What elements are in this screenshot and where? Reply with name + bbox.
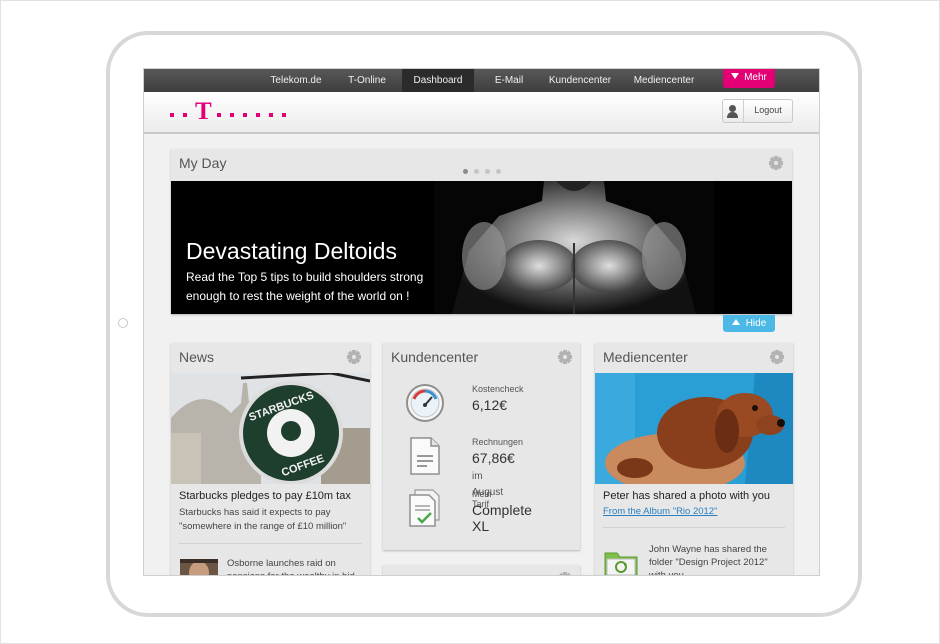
invoice-icon (410, 437, 440, 475)
tablet-screen: Telekom.de T-Online Dashboard E-Mail Kun… (143, 68, 820, 576)
news-image[interactable]: STARBUCKS COFFEE (171, 373, 370, 484)
logo-dot (243, 113, 247, 117)
kundencenter-widget: Kundencenter Kostencheck 6,12€ Rechnunge… (383, 343, 580, 550)
nav-item-dashboard[interactable]: Dashboard (402, 69, 474, 92)
triangle-up-icon (731, 319, 740, 325)
gear-icon[interactable] (558, 350, 572, 364)
header: T Logout (144, 92, 819, 134)
divider (179, 543, 362, 544)
logo-dot (282, 113, 286, 117)
photo-share-caption: Peter has shared a photo with you (603, 490, 770, 502)
gear-icon[interactable] (769, 156, 783, 170)
carousel-pager[interactable] (463, 161, 507, 179)
divider (603, 527, 785, 528)
hero-banner[interactable]: Devastating Deltoids Read the Top 5 tips… (171, 181, 792, 314)
news-thumbnail[interactable] (180, 559, 218, 575)
widget-title: Kundencenter (391, 349, 479, 365)
kostencheck-value: 6,12€ (472, 397, 507, 413)
shared-folder-icon[interactable] (603, 547, 639, 575)
gear-icon[interactable] (770, 350, 784, 364)
logo-letter: T (195, 98, 212, 125)
torso-image (434, 181, 714, 314)
home-button (118, 318, 128, 328)
user-icon (723, 100, 744, 122)
news-widget: News STARBUCKS COFFEE Starbucks pledges … (171, 343, 370, 575)
logo-dot (230, 113, 234, 117)
triangle-down-icon (731, 73, 740, 79)
widget-title: My Day (179, 155, 227, 171)
tarif-value: Complete XL (472, 502, 532, 534)
rechnungen-label: Rechnungen (472, 437, 524, 447)
logout-button[interactable]: Logout (722, 99, 793, 123)
gauge-icon (406, 384, 444, 422)
my-day-widget: My Day Devastating Deltoids Read the Top… (171, 149, 792, 314)
widget-title: News (179, 349, 215, 365)
gear-icon[interactable] (347, 350, 361, 364)
shared-photo[interactable] (595, 373, 793, 484)
hide-label: Hide (745, 318, 767, 329)
logo-dot (183, 113, 187, 117)
logo-dot (256, 113, 260, 117)
rechnungen-amount: 67,86€ (472, 450, 515, 466)
tarif-name: Complete XL (472, 502, 532, 534)
tariff-icon (409, 489, 440, 527)
hero-headline: Devastating Deltoids (186, 238, 397, 264)
logout-label: Logout (754, 105, 782, 115)
logo-dot (170, 113, 174, 117)
pager-dot[interactable] (463, 169, 468, 174)
kostencheck-amount: 6,12€ (472, 397, 508, 413)
pager-dot[interactable] (485, 169, 490, 174)
nav-item-kundencenter[interactable]: Kundencenter (544, 69, 616, 92)
news-item-text[interactable]: Osborne launches raid on pensions for th… (227, 557, 365, 575)
kostencheck-label: Kostencheck (472, 384, 524, 394)
nav-item-t-online[interactable]: T-Online (333, 69, 401, 92)
logo-dot (217, 113, 221, 117)
widget-title: Mediencenter (603, 349, 688, 365)
gear-icon[interactable] (558, 572, 572, 575)
logo-dot (269, 113, 273, 117)
news-subtext: Starbucks has said it expects to pay "so… (179, 507, 347, 532)
album-link[interactable]: From the Album "Rio 2012" (603, 506, 717, 517)
nav-item-email[interactable]: E-Mail (475, 69, 543, 92)
hero-subtext: Read the Top 5 tips to build shoulders s… (186, 270, 424, 303)
more-button[interactable]: Mehr (723, 69, 775, 88)
nav-item-telekom[interactable]: Telekom.de (261, 69, 331, 92)
folder-share-text[interactable]: John Wayne has shared the folder "Design… (649, 543, 787, 575)
second-widget (383, 565, 580, 575)
nav-item-mediencenter[interactable]: Mediencenter (626, 69, 702, 92)
pager-dot[interactable] (474, 169, 479, 174)
news-headline[interactable]: Starbucks pledges to pay £10m tax (179, 490, 351, 502)
mediencenter-widget: Mediencenter Peter has shared a photo wi… (595, 343, 793, 575)
top-nav: Telekom.de T-Online Dashboard E-Mail Kun… (144, 69, 819, 92)
pager-dot[interactable] (496, 169, 501, 174)
hide-button[interactable]: Hide (723, 315, 775, 332)
more-label: Mehr (744, 72, 767, 83)
